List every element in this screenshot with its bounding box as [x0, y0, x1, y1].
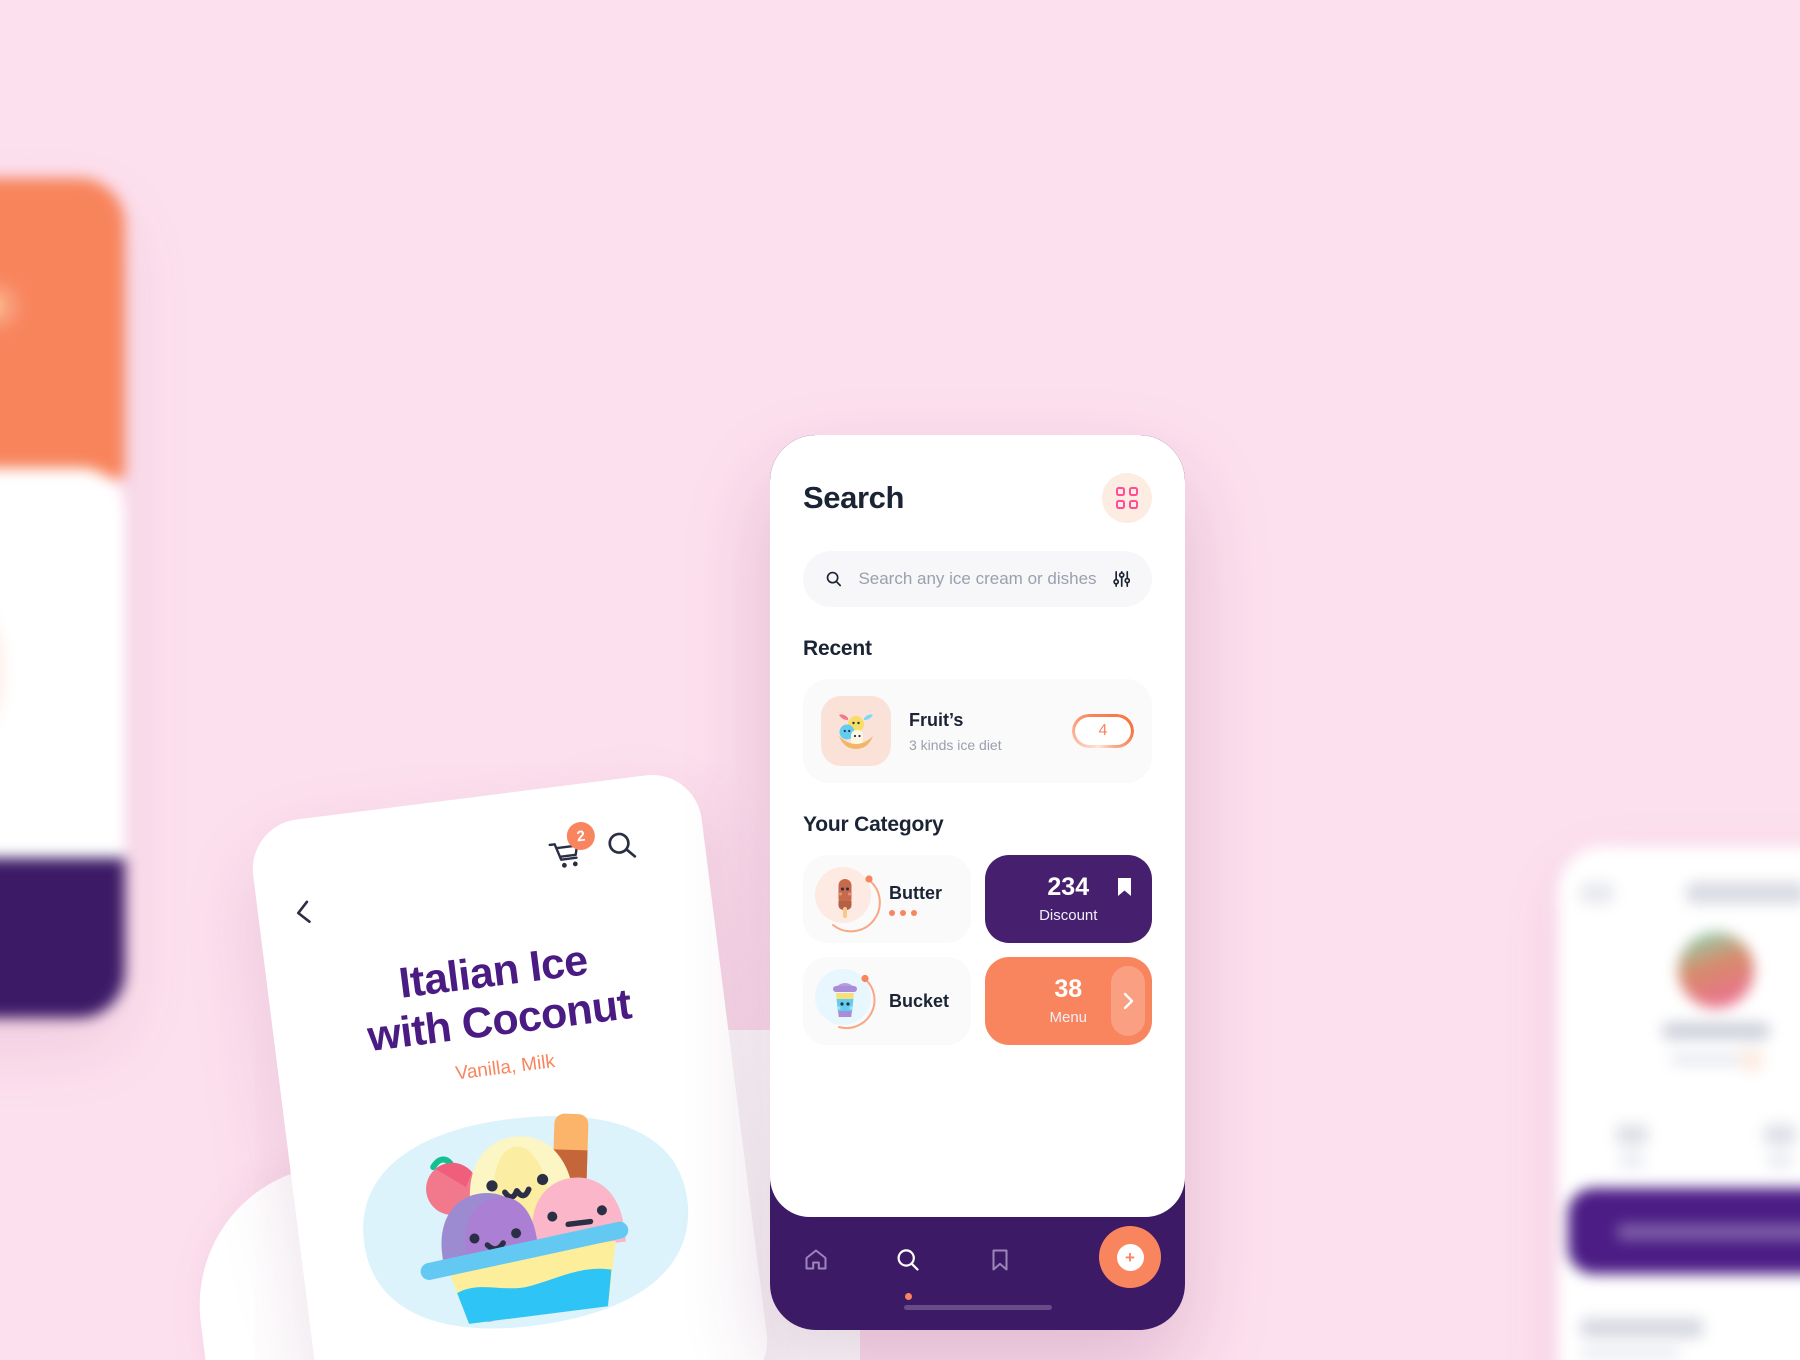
bg-right-footer-sub — [1580, 1348, 1680, 1359]
search-icon — [826, 571, 842, 587]
fruit-basket-icon — [821, 696, 891, 766]
bookmark-icon — [992, 1249, 1008, 1271]
grid-view-button[interactable] — [1102, 473, 1152, 523]
nav-active-dot — [904, 1293, 912, 1300]
back-button[interactable] — [286, 896, 320, 930]
home-icon — [805, 1249, 827, 1270]
bg-right-stat-2 — [1764, 1124, 1796, 1146]
nav-item-bookmarks[interactable] — [954, 1234, 1046, 1286]
promo-discount-label: Discount — [1039, 906, 1098, 924]
filter-sliders-icon[interactable] — [1112, 568, 1130, 590]
page-title: Search — [803, 480, 904, 515]
bg-right-footer-title — [1580, 1318, 1704, 1338]
ice-cream-bowl-illustration — [330, 1073, 718, 1360]
page-header: Search — [803, 473, 1152, 523]
home-indicator — [903, 1305, 1052, 1310]
bucket-icon-ring — [811, 965, 883, 1037]
product-detail-card[interactable]: 2 Italian Ice with Coconut Vanilla, Milk — [246, 769, 774, 1360]
category-tile-dots — [889, 909, 942, 916]
search-input[interactable]: Search any ice cream or dishes — [858, 569, 1096, 589]
popsicle-icon — [838, 879, 852, 918]
category-tile-label: Bucket — [889, 990, 950, 1011]
bg-left-header — [0, 178, 125, 478]
card-search-button[interactable] — [602, 827, 640, 865]
recent-item-description: 3 kinds ice diet — [909, 736, 1002, 753]
bg-right-search — [1580, 882, 1614, 904]
bg-right-stat-2-label — [1767, 1154, 1793, 1168]
ice-cream-cup-icon — [833, 983, 857, 1017]
phone-content: Search Search any ice cream or dishes Re… — [770, 435, 1185, 1217]
grid-icon — [1116, 487, 1138, 509]
bottom-navigation: + — [770, 1214, 1185, 1330]
promo-discount-number: 234 — [1047, 872, 1090, 901]
category-tile-butter-text: Butter — [889, 883, 942, 916]
chevron-left-icon — [296, 900, 311, 923]
recent-item-count-badge[interactable]: 4 — [1072, 714, 1134, 748]
category-tile-bucket[interactable]: Bucket — [803, 957, 971, 1045]
nav-item-search[interactable] — [862, 1234, 954, 1300]
category-grid: Butter 234 Discount Bucket 38 Menu — [803, 855, 1152, 1045]
category-tile-butter[interactable]: Butter — [803, 855, 971, 943]
search-field[interactable]: Search any ice cream or dishes — [803, 551, 1152, 607]
chevron-right-icon — [1123, 992, 1133, 1010]
promo-menu-number: 38 — [1054, 974, 1083, 1003]
category-tile-bucket-text: Bucket — [889, 991, 949, 1012]
category-section-title: Your Category — [803, 813, 944, 836]
category-tile-label: Butter — [889, 882, 942, 903]
nav-item-home[interactable] — [770, 1234, 862, 1286]
bg-right-name — [1662, 1022, 1770, 1040]
recent-item-texts: Fruit’s 3 kinds ice diet — [909, 710, 1054, 753]
search-icon — [608, 832, 637, 858]
bg-right-title — [1686, 882, 1800, 904]
screenshot-canvas: 2 Italian Ice with Coconut Vanilla, Milk — [0, 0, 1800, 1360]
recent-item-row[interactable]: Fruit’s 3 kinds ice diet 4 — [803, 679, 1152, 783]
search-icon — [897, 1249, 919, 1271]
bg-right-stat-1 — [1616, 1124, 1648, 1146]
bg-left-navbar — [0, 858, 125, 1018]
promo-menu-label: Menu — [1049, 1008, 1088, 1026]
bookmark-icon — [1118, 878, 1131, 896]
promo-menu-card[interactable]: 38 Menu — [984, 957, 1152, 1045]
promo-menu-next-button[interactable] — [1111, 966, 1145, 1036]
plus-icon: + — [1116, 1243, 1144, 1271]
promo-discount-card[interactable]: 234 Discount — [984, 855, 1152, 943]
bg-right-avatar — [1678, 932, 1754, 1008]
background-card-right — [1558, 846, 1800, 1360]
bg-right-primary-button-label — [1616, 1224, 1800, 1240]
bg-right-sub-dot — [1740, 1048, 1764, 1072]
recent-section-title: Recent — [803, 637, 872, 660]
butter-icon-ring — [811, 863, 883, 935]
bg-right-stat-1-label — [1619, 1154, 1645, 1168]
background-card-left — [0, 178, 125, 1018]
add-button-fab[interactable]: + — [1099, 1226, 1161, 1288]
search-phone-screen: Search Search any ice cream or dishes Re… — [770, 435, 1185, 1330]
recent-item-name: Fruit’s — [909, 709, 964, 730]
